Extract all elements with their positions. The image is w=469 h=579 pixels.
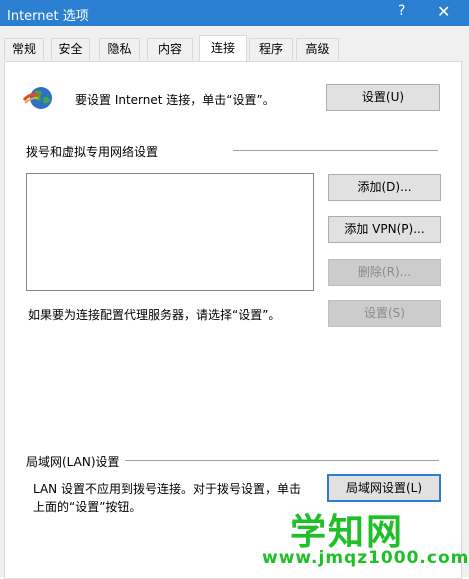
close-button[interactable]: ✕ xyxy=(437,2,450,21)
settings-button[interactable]: 设置(S) xyxy=(328,300,441,327)
lan-description-line2: 上面的“设置”按钮。 xyxy=(33,500,142,514)
lan-settings-button[interactable]: 局域网设置(L) xyxy=(327,474,441,502)
add-button[interactable]: 添加(D)... xyxy=(328,174,441,201)
proxy-description: 如果要为连接配置代理服务器，请选择“设置”。 xyxy=(28,308,281,322)
title-bar: Internet 选项 ? ✕ xyxy=(0,0,469,26)
internet-globe-icon xyxy=(22,87,52,109)
tab-advanced[interactable]: 高级 xyxy=(296,38,339,60)
help-button[interactable]: ? xyxy=(398,3,405,19)
connections-list[interactable] xyxy=(26,173,314,291)
setup-button[interactable]: 设置(U) xyxy=(326,84,440,111)
tab-content[interactable]: 内容 xyxy=(147,38,193,60)
tab-general[interactable]: 常规 xyxy=(4,38,44,60)
add-vpn-button[interactable]: 添加 VPN(P)... xyxy=(328,216,441,243)
window-title: Internet 选项 xyxy=(7,9,89,24)
setup-description: 要设置 Internet 连接，单击“设置”。 xyxy=(75,93,275,107)
lan-description-line1: LAN 设置不应用到拨号连接。对于拨号设置，单击 xyxy=(33,482,301,496)
dialup-divider xyxy=(233,150,438,151)
watermark-url: www.jmqz1000.com xyxy=(262,548,469,568)
tab-connections[interactable]: 连接 xyxy=(199,35,247,61)
lan-heading: 局域网(LAN)设置 xyxy=(26,455,120,469)
lan-divider xyxy=(125,460,439,461)
remove-button[interactable]: 删除(R)... xyxy=(328,259,441,286)
tab-programs[interactable]: 程序 xyxy=(249,38,293,60)
dialup-heading: 拨号和虚拟专用网络设置 xyxy=(26,145,159,159)
tab-privacy[interactable]: 隐私 xyxy=(99,38,140,60)
tab-security[interactable]: 安全 xyxy=(51,38,90,60)
